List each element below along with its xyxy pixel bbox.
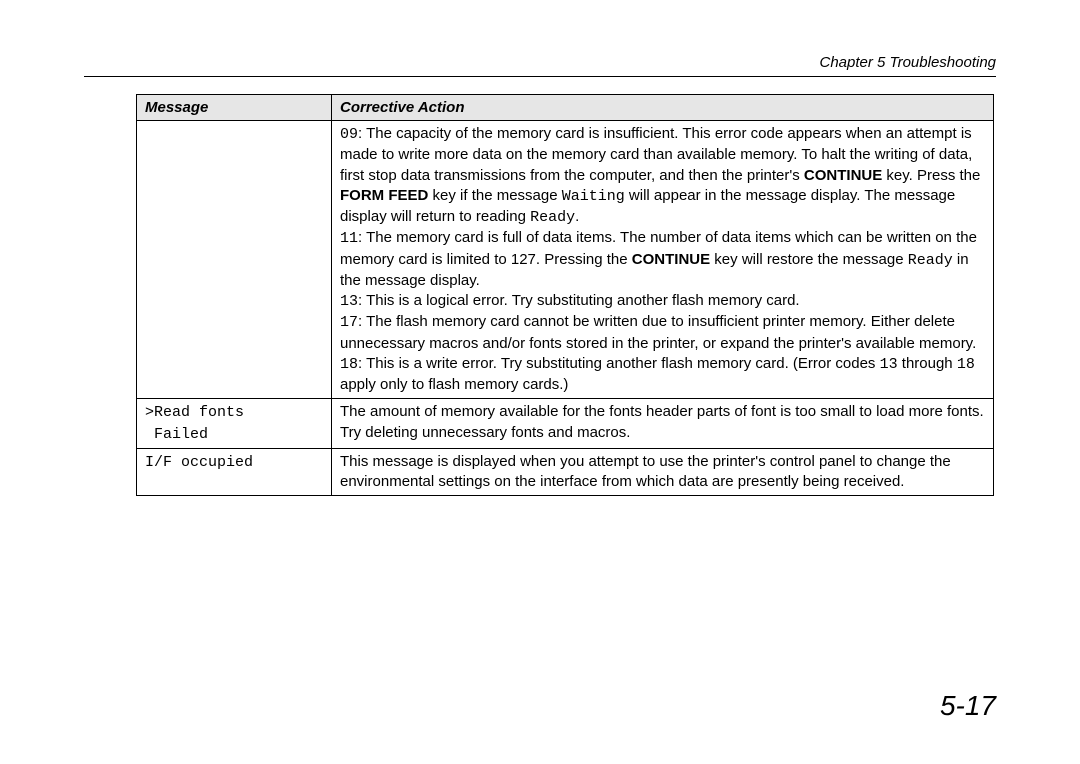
page-number: 5-17 (940, 690, 996, 722)
content-area: Message Corrective Action 09: The capaci… (136, 94, 994, 496)
troubleshooting-table: Message Corrective Action 09: The capaci… (136, 94, 994, 496)
cell-action: This message is displayed when you attem… (332, 448, 994, 496)
cell-action: 09: The capacity of the memory card is i… (332, 121, 994, 399)
column-header-message: Message (137, 95, 332, 121)
table-row: 09: The capacity of the memory card is i… (137, 121, 994, 399)
table-header-row: Message Corrective Action (137, 95, 994, 121)
cell-message (137, 121, 332, 399)
header-rule (84, 76, 996, 77)
cell-message: >Read fonts Failed (137, 399, 332, 449)
cell-action: The amount of memory available for the f… (332, 399, 994, 449)
table-row: I/F occupied This message is displayed w… (137, 448, 994, 496)
cell-message: I/F occupied (137, 448, 332, 496)
table-row: >Read fonts Failed The amount of memory … (137, 399, 994, 449)
chapter-header: Chapter 5 Troubleshooting (820, 54, 997, 71)
column-header-action: Corrective Action (332, 95, 994, 121)
